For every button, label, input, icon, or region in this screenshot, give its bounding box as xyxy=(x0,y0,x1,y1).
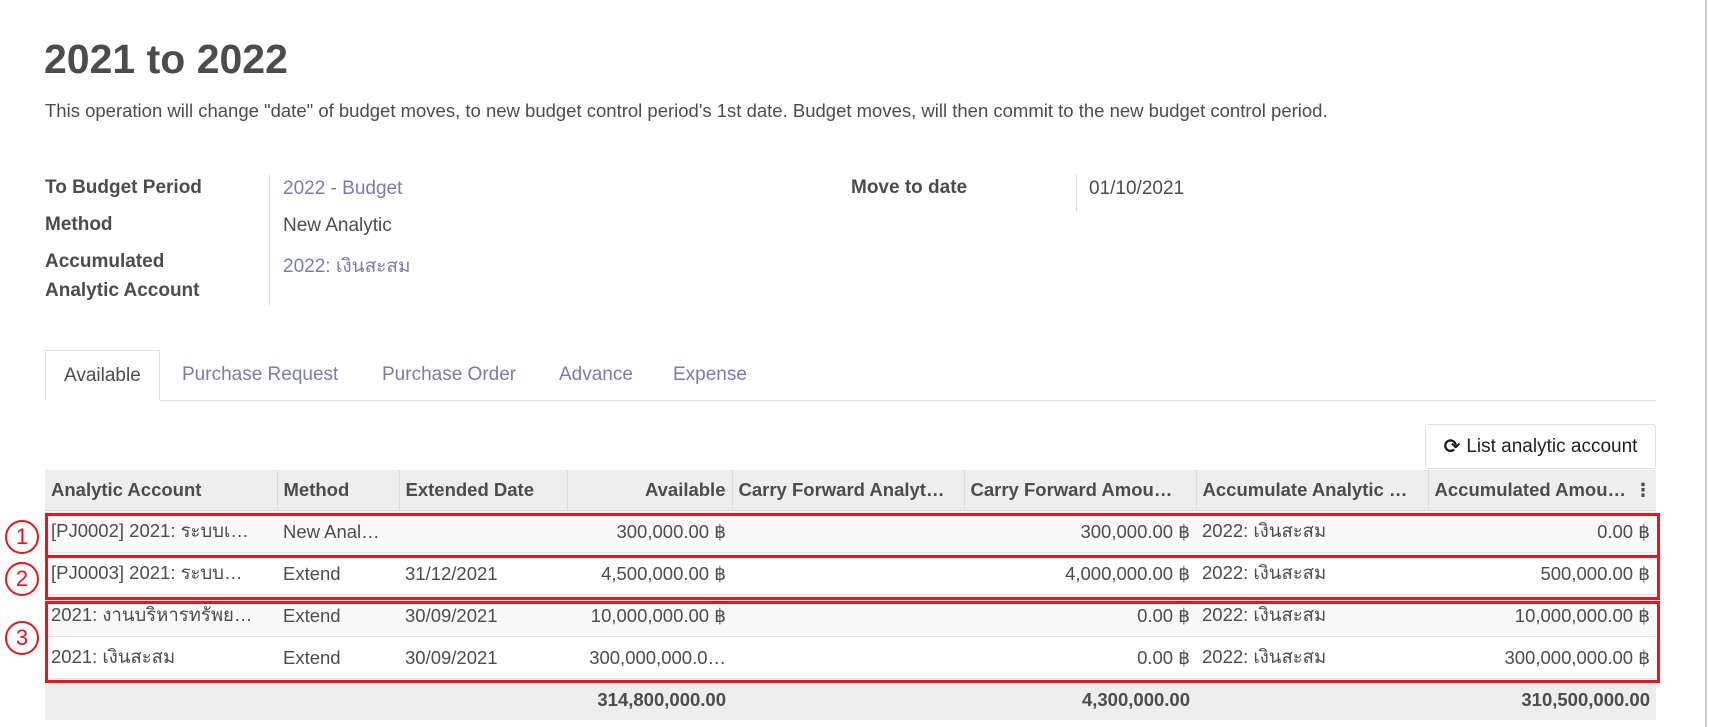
tab-advance[interactable]: Advance xyxy=(559,350,633,400)
cell-method: New Anal… xyxy=(277,510,399,553)
total-cell xyxy=(732,678,964,720)
cell-extended-date xyxy=(399,510,567,553)
column-header-analytic-account[interactable]: Analytic Account xyxy=(45,470,278,511)
table-row[interactable]: 2021: งานบริหารทรัพย… Extend 30/09/2021 … xyxy=(45,594,1656,637)
column-header-extended-date[interactable]: Extended Date xyxy=(399,470,568,511)
accumulated-label-line2: Analytic Account xyxy=(45,280,200,301)
cell-accumulate-analytic: 2022: เงินสะสม xyxy=(1196,636,1428,679)
cell-analytic-account: 2021: งานบริหารทรัพย… xyxy=(45,594,277,637)
method-label: Method xyxy=(45,214,113,235)
column-header-accumulate-analytic[interactable]: Accumulate Analytic … xyxy=(1196,470,1429,511)
column-header-accumulated-amount[interactable]: Accumulated Amou… ⋮ xyxy=(1428,470,1656,511)
column-header-available[interactable]: Available xyxy=(567,470,733,511)
table-header-row: Analytic Account Method Extended Date Av… xyxy=(45,470,1656,511)
column-header-carry-forward-amount[interactable]: Carry Forward Amou… xyxy=(964,470,1197,511)
move-to-date-value: 01/10/2021 xyxy=(1089,178,1185,199)
accumulated-label-line1: Accumulated xyxy=(45,251,165,272)
move-to-date-label: Move to date xyxy=(851,177,968,198)
list-analytic-account-label: List analytic account xyxy=(1466,435,1638,457)
tab-purchase-request[interactable]: Purchase Request xyxy=(182,350,338,400)
cell-carry-forward-amount: 0.00 ฿ xyxy=(964,594,1196,637)
table-row[interactable]: [PJ0002] 2021: ระบบเ… New Anal… 300,000.… xyxy=(45,510,1656,553)
method-value: New Analytic xyxy=(283,215,392,236)
cell-carry-forward-analytic xyxy=(732,636,964,679)
cell-accumulate-analytic: 2022: เงินสะสม xyxy=(1196,594,1428,637)
accumulated-label: Accumulated Analytic Account xyxy=(45,247,200,305)
total-cell xyxy=(277,678,399,720)
cell-accumulate-analytic: 2022: เงินสะสม xyxy=(1196,510,1428,553)
cell-available: 300,000.00 ฿ xyxy=(567,510,732,553)
cell-method: Extend xyxy=(277,552,399,595)
to-budget-period-link[interactable]: 2022 - Budget xyxy=(283,178,402,200)
cell-carry-forward-analytic xyxy=(732,594,964,637)
cell-extended-date: 30/09/2021 xyxy=(399,636,567,679)
page-scrollbar[interactable] xyxy=(1705,0,1707,727)
cell-extended-date: 30/09/2021 xyxy=(399,594,567,637)
table-row[interactable]: [PJ0003] 2021: ระบบ… Extend 31/12/2021 4… xyxy=(45,552,1656,595)
to-budget-period-label: To Budget Period xyxy=(45,177,202,198)
cell-carry-forward-analytic xyxy=(732,510,964,553)
cell-available: 10,000,000.00 ฿ xyxy=(567,594,732,637)
total-cell xyxy=(399,678,567,720)
tab-available[interactable]: Available xyxy=(45,350,160,401)
cell-accumulated-amount: 10,000,000.00 ฿ xyxy=(1428,594,1656,637)
cell-analytic-account: [PJ0003] 2021: ระบบ… xyxy=(45,552,277,595)
cell-method: Extend xyxy=(277,636,399,679)
annotation-marker-1: 1 xyxy=(5,520,39,554)
annotation-marker-3: 3 xyxy=(5,621,39,655)
total-cell xyxy=(1196,678,1428,720)
cell-available: 300,000,000.0… xyxy=(567,636,732,679)
annotation-marker-2: 2 xyxy=(5,562,39,596)
cell-carry-forward-amount: 0.00 ฿ xyxy=(964,636,1196,679)
column-header-carry-forward-analytic[interactable]: Carry Forward Analyt… xyxy=(732,470,965,511)
total-accumulated-amount: 310,500,000.00 xyxy=(1428,678,1656,720)
cell-carry-forward-amount: 4,000,000.00 ฿ xyxy=(964,552,1196,595)
analytic-account-table: Analytic Account Method Extended Date Av… xyxy=(45,470,1656,720)
cell-available: 4,500,000.00 ฿ xyxy=(567,552,732,595)
cell-method: Extend xyxy=(277,594,399,637)
tab-purchase-order[interactable]: Purchase Order xyxy=(382,350,516,400)
notebook-tabs: Available Purchase Request Purchase Orde… xyxy=(45,350,1656,401)
accumulated-amount-header-label: Accumulated Amou… xyxy=(1434,479,1627,500)
optional-columns-kebab-icon[interactable]: ⋮ xyxy=(1634,480,1652,501)
accumulated-account-link[interactable]: 2022: เงินสะสม xyxy=(283,251,411,281)
cell-carry-forward-analytic xyxy=(732,552,964,595)
cell-extended-date: 31/12/2021 xyxy=(399,552,567,595)
field-divider xyxy=(269,175,270,305)
page-description: This operation will change "date" of bud… xyxy=(45,100,1328,121)
total-available: 314,800,000.00 xyxy=(567,678,732,720)
cell-accumulated-amount: 0.00 ฿ xyxy=(1428,510,1656,553)
cell-accumulate-analytic: 2022: เงินสะสม xyxy=(1196,552,1428,595)
cell-analytic-account: [PJ0002] 2021: ระบบเ… xyxy=(45,510,277,553)
field-divider xyxy=(1076,175,1077,211)
tab-expense[interactable]: Expense xyxy=(673,350,747,400)
cell-analytic-account: 2021: เงินสะสม xyxy=(45,636,277,679)
cell-accumulated-amount: 300,000,000.00 ฿ xyxy=(1428,636,1656,679)
total-cell xyxy=(45,678,277,720)
list-analytic-account-button[interactable]: ⟳ List analytic account xyxy=(1425,424,1656,469)
table-row[interactable]: 2021: เงินสะสม Extend 30/09/2021 300,000… xyxy=(45,636,1656,679)
cell-accumulated-amount: 500,000.00 ฿ xyxy=(1428,552,1656,595)
column-header-method[interactable]: Method xyxy=(277,470,400,511)
cell-carry-forward-amount: 300,000.00 ฿ xyxy=(964,510,1196,553)
page-title: 2021 to 2022 xyxy=(44,36,288,82)
total-carry-forward-amount: 4,300,000.00 xyxy=(964,678,1196,720)
refresh-icon: ⟳ xyxy=(1443,436,1461,458)
table-totals-row: 314,800,000.00 4,300,000.00 310,500,000.… xyxy=(45,678,1656,720)
